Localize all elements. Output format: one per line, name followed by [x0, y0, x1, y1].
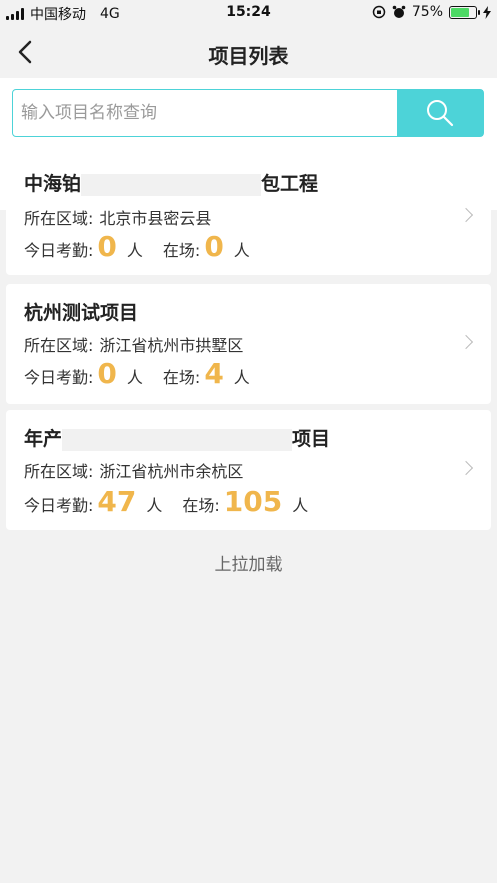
region-row: 所在区域: 浙江省杭州市余杭区 [24, 458, 243, 482]
orientation-lock-icon [372, 5, 386, 19]
onsite-label: 在场: [162, 241, 201, 260]
search-button[interactable] [397, 90, 483, 136]
onsite-label: 在场: [182, 496, 220, 515]
chevron-right-icon [458, 460, 474, 476]
attendance-unit: 人 [126, 241, 143, 260]
project-title: 年产 项目 [24, 424, 330, 451]
project-card[interactable]: 年产 项目 所在区域: 浙江省杭州市余杭区 今日考勤: 47 人 在场: 105 … [6, 410, 491, 530]
region-row: 所在区域: 浙江省杭州市拱墅区 [24, 332, 243, 356]
onsite-count: 0 [204, 230, 224, 263]
region-value: 北京市县密云县 [99, 209, 212, 228]
attendance-count: 47 [97, 485, 137, 518]
onsite-count: 4 [204, 357, 224, 390]
region-value: 浙江省杭州市余杭区 [99, 462, 244, 481]
search-box [12, 89, 484, 137]
project-title-start: 杭州测试项目 [24, 302, 139, 324]
project-title-end: 包工程 [261, 173, 319, 195]
attendance-label: 今日考勤: [24, 496, 94, 515]
search-input[interactable] [13, 90, 397, 136]
attendance-unit: 人 [146, 496, 163, 515]
stats-row: 今日考勤: 47 人 在场: 105 人 [24, 488, 308, 516]
project-title-start: 中海铂 [24, 173, 82, 195]
redacted-text [62, 428, 293, 451]
project-title-end: 项目 [292, 428, 331, 450]
battery-icon [449, 5, 480, 19]
region-value: 浙江省杭州市拱墅区 [99, 336, 244, 355]
stats-row: 今日考勤: 0 人 在场: 0 人 [24, 233, 250, 261]
status-right: 75% [372, 4, 491, 20]
region-row: 所在区域: 北京市县密云县 [24, 205, 211, 229]
attendance-unit: 人 [126, 368, 143, 387]
load-more-hint: 上拉加载 [214, 555, 283, 575]
attendance-count: 0 [97, 230, 117, 263]
project-card[interactable]: 杭州测试项目 所在区域: 浙江省杭州市拱墅区 今日考勤: 0 人 在场: 4 人 [6, 284, 491, 404]
project-title-start: 年产 [24, 428, 63, 450]
onsite-unit: 人 [233, 368, 250, 387]
battery-percent: 75% [411, 4, 443, 20]
onsite-count: 105 [223, 485, 283, 518]
redacted-text [81, 173, 262, 196]
alarm-icon [392, 5, 406, 18]
project-title: 中海铂 包工程 [24, 169, 318, 196]
region-label: 所在区域: [24, 209, 94, 228]
status-bar: 中国移动 4G 15:24 75% [0, 0, 497, 26]
onsite-unit: 人 [233, 241, 250, 260]
onsite-label: 在场: [162, 368, 201, 387]
attendance-label: 今日考勤: [24, 241, 94, 260]
nav-bar: 项目列表 [0, 26, 497, 78]
attendance-label: 今日考勤: [24, 368, 94, 387]
chevron-right-icon [458, 334, 474, 350]
stats-row: 今日考勤: 0 人 在场: 4 人 [24, 360, 250, 388]
region-label: 所在区域: [24, 336, 94, 355]
onsite-unit: 人 [292, 496, 309, 515]
page-title: 项目列表 [208, 44, 289, 68]
region-label: 所在区域: [24, 462, 94, 481]
app-screen: 中国移动 4G 15:24 75% 项目列表 输入项目名称查询 中海铂 包工程 … [0, 0, 497, 883]
search-icon [427, 100, 454, 127]
attendance-count: 0 [97, 357, 117, 390]
project-card[interactable]: 中海铂 包工程 所在区域: 北京市县密云县 今日考勤: 0 人 在场: 0 人 [6, 155, 491, 275]
chevron-right-icon [458, 207, 474, 223]
battery-level [451, 7, 469, 17]
charging-icon [483, 5, 491, 19]
project-title: 杭州测试项目 [24, 298, 138, 325]
